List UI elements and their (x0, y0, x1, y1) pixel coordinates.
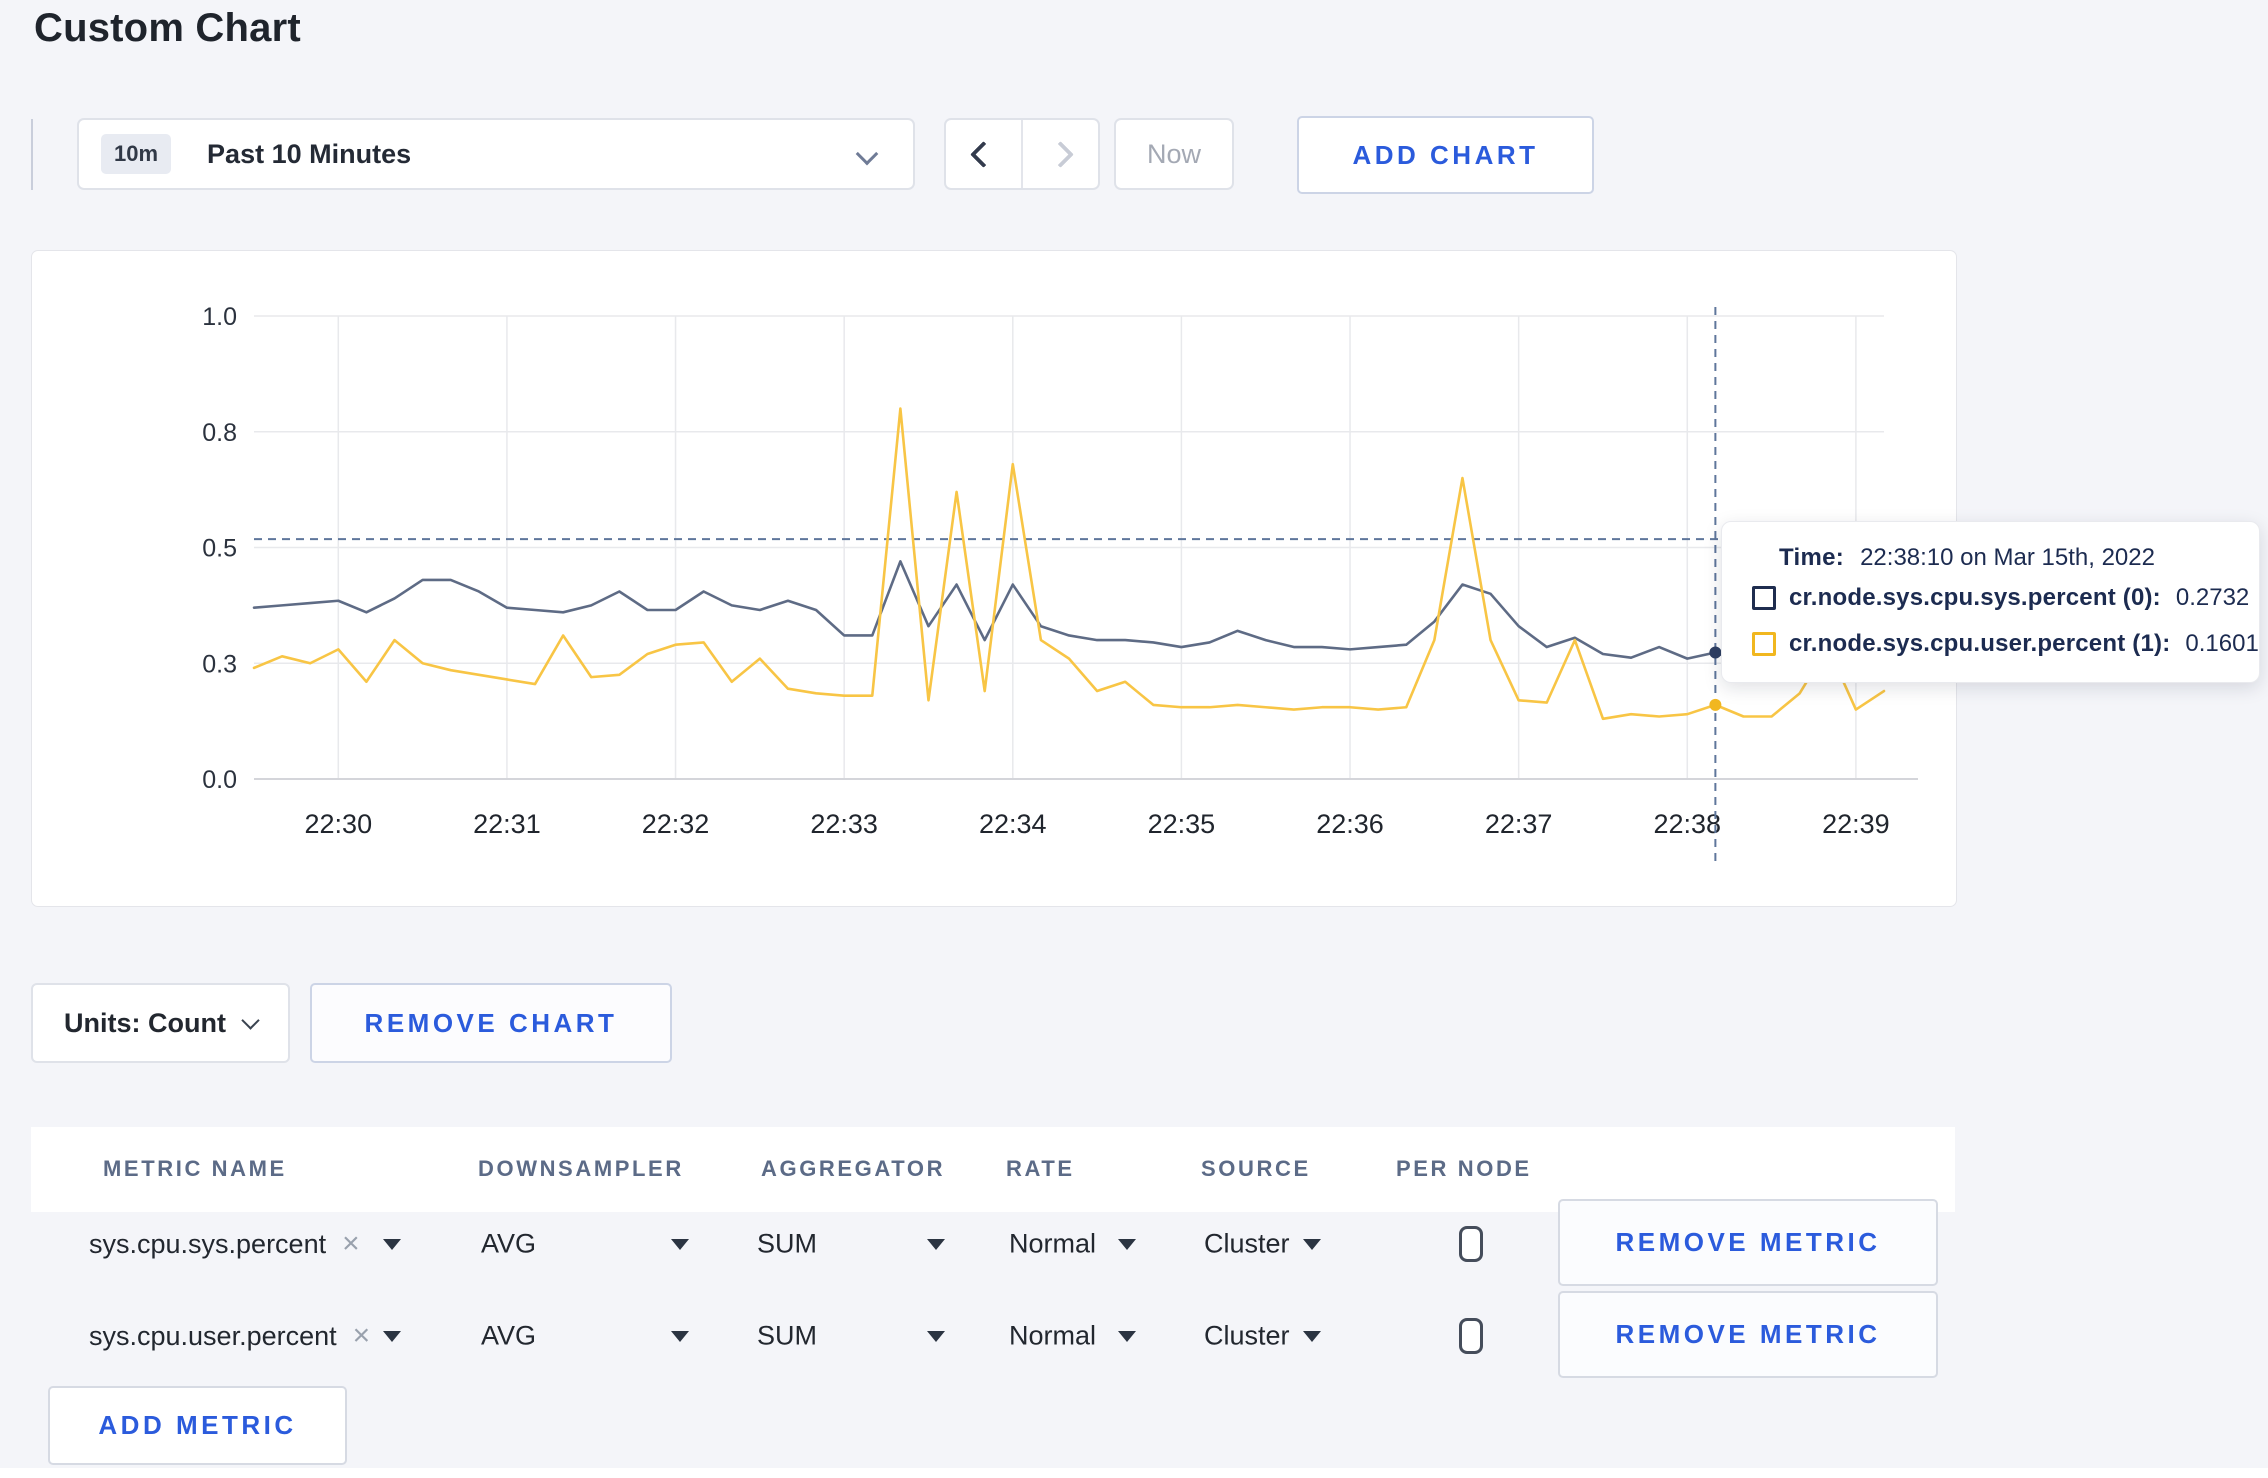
time-range-select[interactable]: 10m Past 10 Minutes (77, 118, 915, 190)
y-axis-tick-label: 0.0 (202, 766, 237, 794)
caret-down-icon[interactable] (927, 1331, 945, 1342)
bottom-strip (0, 1468, 2268, 1478)
tooltip-series-value: 0.1601 (2185, 630, 2259, 657)
caret-down-icon[interactable] (383, 1331, 401, 1342)
page-title: Custom Chart (34, 6, 301, 50)
units-label: Units: Count (64, 1007, 226, 1038)
tooltip-time-value: 22:38:10 on Mar 15th, 2022 (1860, 544, 2155, 571)
column-header-metric-name: METRIC NAME (103, 1156, 287, 1181)
column-header-per-node: PER NODE (1396, 1156, 1532, 1181)
x-axis-tick-label: 22:31 (473, 809, 541, 839)
caret-down-icon[interactable] (927, 1239, 945, 1250)
time-back-button[interactable] (946, 120, 1023, 188)
column-header-downsampler: DOWNSAMPLER (478, 1156, 684, 1181)
x-axis-tick-label: 22:36 (1316, 809, 1384, 839)
add-metric-button[interactable]: ADD METRIC (48, 1386, 347, 1465)
remove-chart-button[interactable]: REMOVE CHART (310, 983, 672, 1063)
caret-down-icon[interactable] (671, 1331, 689, 1342)
caret-down-icon[interactable] (1118, 1331, 1136, 1342)
tooltip-time-row: Time: 22:38:10 on Mar 15th, 2022 (1779, 544, 2155, 572)
close-icon[interactable]: × (342, 1227, 360, 1261)
x-axis-tick-label: 22:37 (1485, 809, 1553, 839)
tooltip-series-label: cr.node.sys.cpu.sys.percent (0): (1789, 584, 2161, 611)
caret-down-icon[interactable] (383, 1239, 401, 1250)
hover-dot-0 (1709, 646, 1722, 659)
column-header-source: SOURCE (1201, 1156, 1311, 1181)
x-axis-tick-label: 22:30 (305, 809, 373, 839)
time-nav-group (944, 118, 1100, 190)
timeseries-chart[interactable]: 22:30 22:31 22:32 22:33 22:34 22:35 22:36 22:37… (32, 251, 1956, 906)
column-header-aggregator: AGGREGATOR (761, 1156, 946, 1181)
legend-swatch-icon (1752, 632, 1776, 656)
series-line-1 (252, 407, 1886, 721)
caret-down-icon[interactable] (1303, 1239, 1321, 1250)
add-chart-button[interactable]: ADD CHART (1297, 116, 1594, 194)
x-axis-tick-label: 22:35 (1148, 809, 1216, 839)
per-node-checkbox[interactable] (1459, 1318, 1483, 1354)
y-axis-tick-label: 1.0 (202, 303, 237, 331)
x-axis-tick-label: 22:33 (810, 809, 878, 839)
caret-down-icon[interactable] (1303, 1331, 1321, 1342)
chevron-left-icon (970, 140, 997, 168)
time-range-badge: 10m (101, 134, 172, 174)
caret-down-icon[interactable] (1118, 1239, 1136, 1250)
x-axis-tick-label: 22:38 (1653, 809, 1721, 839)
units-select[interactable]: Units: Count (31, 983, 290, 1063)
x-axis-tick-label: 22:34 (979, 809, 1047, 839)
metric-name-value: sys.cpu.sys.percent (89, 1228, 327, 1259)
tooltip-time-label: Time: (1779, 544, 1845, 571)
caret-down-icon[interactable] (671, 1239, 689, 1250)
toolbar-divider (31, 119, 33, 190)
aggregator-select[interactable]: SUM (757, 1229, 817, 1260)
time-range-label: Past 10 Minutes (207, 138, 412, 169)
x-axis-tick-label: 22:39 (1822, 809, 1890, 839)
chevron-down-icon (241, 1010, 260, 1030)
chart-tooltip: Time: 22:38:10 on Mar 15th, 2022 cr.node.… (1721, 521, 2260, 683)
x-axis-tick-label: 22:32 (642, 809, 710, 839)
remove-metric-button[interactable]: REMOVE METRIC (1558, 1199, 1938, 1286)
tooltip-series-row: cr.node.sys.cpu.sys.percent (0): 0.2732 (1752, 584, 2249, 612)
remove-metric-button[interactable]: REMOVE METRIC (1558, 1291, 1938, 1378)
metric-name-value: sys.cpu.user.percent (89, 1320, 337, 1351)
close-icon[interactable]: × (353, 1319, 371, 1353)
chevron-right-icon (1047, 140, 1074, 168)
source-select[interactable]: Cluster (1204, 1321, 1290, 1352)
y-axis-tick-label: 0.5 (202, 535, 237, 563)
y-axis-tick-label: 0.8 (202, 419, 237, 447)
rate-select[interactable]: Normal (1009, 1321, 1096, 1352)
rate-select[interactable]: Normal (1009, 1229, 1096, 1260)
y-axis-tick-label: 0.3 (202, 650, 237, 678)
custom-chart-page: Custom Chart 10m Past 10 Minutes Now ADD… (0, 0, 2268, 1478)
tooltip-series-row: cr.node.sys.cpu.user.percent (1): 0.1601 (1752, 630, 2259, 658)
series-line-0 (252, 560, 1886, 665)
chevron-down-icon (855, 142, 879, 166)
chart-card: 22:30 22:31 22:32 22:33 22:34 22:35 22:36 22:37… (31, 250, 1957, 907)
tooltip-series-value: 0.2732 (2175, 584, 2250, 611)
now-button[interactable]: Now (1114, 118, 1234, 190)
time-forward-button[interactable] (1023, 120, 1098, 188)
metric-name-select[interactable]: sys.cpu.sys.percent × (89, 1227, 360, 1261)
hover-dot-1 (1709, 698, 1722, 711)
aggregator-select[interactable]: SUM (757, 1321, 817, 1352)
metric-name-select[interactable]: sys.cpu.user.percent × (89, 1319, 370, 1353)
downsampler-select[interactable]: AVG (481, 1321, 536, 1352)
downsampler-select[interactable]: AVG (481, 1229, 536, 1260)
source-select[interactable]: Cluster (1204, 1229, 1290, 1260)
column-header-rate: RATE (1006, 1156, 1075, 1181)
tooltip-series-label: cr.node.sys.cpu.user.percent (1): (1789, 630, 2171, 657)
legend-swatch-icon (1752, 586, 1776, 610)
per-node-checkbox[interactable] (1459, 1226, 1483, 1262)
